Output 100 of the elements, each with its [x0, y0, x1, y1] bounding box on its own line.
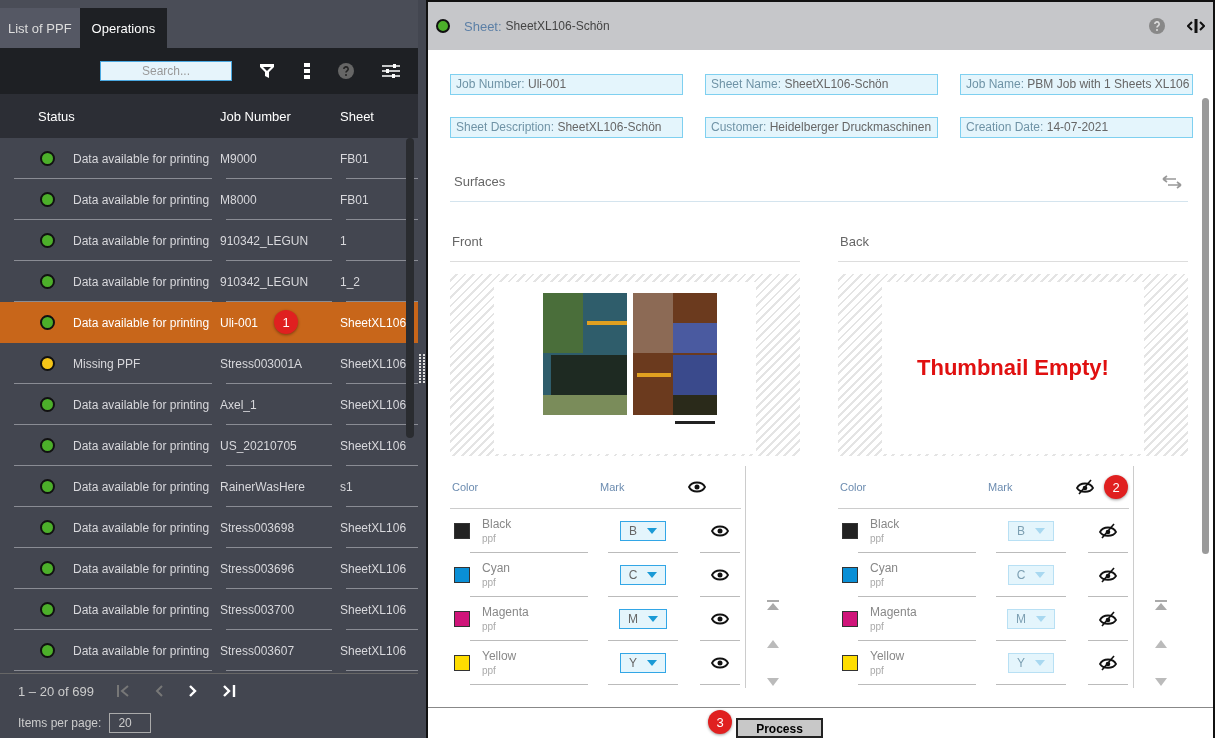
eye-icon[interactable] [711, 656, 729, 669]
mark-select: B [1008, 520, 1054, 541]
eye-slash-icon[interactable] [1099, 654, 1117, 671]
job-number: Stress003698 [220, 520, 295, 535]
next-page-icon[interactable] [187, 684, 198, 698]
column-header[interactable]: Job Number [212, 108, 332, 124]
status-text: Data available for printing [73, 233, 210, 248]
last-page-icon[interactable] [221, 684, 236, 698]
eye-icon[interactable] [711, 612, 729, 625]
caret-icon [1035, 659, 1045, 666]
table-row[interactable]: Data available for printing Uli-001 1 SheetXL106 [0, 302, 418, 343]
sheet-title: SheetXL106-Schön [505, 19, 610, 33]
info-field[interactable]: Sheet Description: SheetXL106-Schön [450, 117, 683, 138]
sheet-name: SheetXL106 [340, 397, 407, 412]
sheet-name: SheetXL106 [340, 315, 407, 330]
sheet-name: SheetXL106 [340, 561, 407, 576]
ink-name: Black [870, 517, 900, 531]
status-text: Data available for printing [73, 561, 210, 576]
mark-select[interactable]: Y [620, 652, 666, 673]
items-per-page-label: Items per page: [18, 716, 102, 730]
step-badge: 3 [708, 710, 733, 734]
status-text: Data available for printing [73, 192, 210, 207]
info-field[interactable]: Job Number: Uli-001 [450, 74, 683, 95]
info-field[interactable]: Sheet Name: SheetXL106-Schön [705, 74, 938, 95]
eye-slash-icon[interactable] [1099, 522, 1117, 539]
job-number: US_20210705 [220, 438, 297, 453]
status-text: Data available for printing [73, 151, 210, 166]
eye-icon[interactable] [711, 568, 729, 581]
caret-icon [648, 615, 658, 622]
status-text: Data available for printing [73, 520, 210, 535]
eye-icon[interactable] [711, 524, 729, 537]
job-number: 910342_LEGUN [220, 274, 309, 289]
filter-icon[interactable] [258, 62, 276, 80]
mark-select: M [1007, 608, 1055, 629]
step-badge: 2 [1104, 475, 1128, 499]
sheet-name: SheetXL106 [340, 438, 407, 453]
ink-source: ppf [482, 621, 497, 632]
tab[interactable]: List of PPF [0, 8, 80, 48]
items-per-page-select[interactable]: 20 [109, 713, 151, 733]
collapse-icon[interactable] [1187, 19, 1205, 33]
column-header[interactable]: Sheet [332, 108, 418, 124]
status-text: Data available for printing [73, 438, 210, 453]
status-icon [436, 19, 450, 33]
side-title: Back [838, 232, 1188, 262]
status-text: Data available for printing [73, 274, 210, 289]
column-header: Color [451, 481, 480, 493]
caret-icon [1035, 571, 1046, 578]
mark-select: Y [1008, 652, 1054, 673]
search-field[interactable]: Search... [100, 61, 232, 81]
sheet-name: SheetXL106 [340, 602, 407, 617]
job-number: 910342_LEGUN [220, 233, 309, 248]
tab[interactable]: Operations [79, 8, 168, 48]
job-number: RainerWasHere [220, 479, 305, 494]
process-button[interactable]: Process [736, 718, 823, 738]
eye-slash-icon[interactable] [1099, 566, 1117, 583]
sheet-name: SheetXL106 [340, 643, 407, 658]
mark-select[interactable]: B [620, 520, 666, 541]
job-number: Stress003001A [220, 356, 303, 371]
column-header: Mark [600, 481, 626, 493]
ink-name: Cyan [482, 561, 510, 575]
job-number: Stress003696 [220, 561, 295, 576]
step-badge: 1 [274, 310, 298, 334]
surfaces-title: Surfaces [454, 174, 506, 189]
job-number: M9000 [220, 151, 257, 166]
settings-icon[interactable] [382, 64, 400, 78]
sheet-label: Sheet: [464, 18, 502, 34]
grip-icon[interactable] [419, 354, 425, 384]
mark-select: C [1007, 564, 1055, 585]
status-text: Data available for printing [73, 397, 210, 412]
page-range: 1 – 20 of 699 [18, 683, 94, 699]
scrollbar[interactable] [1202, 98, 1209, 554]
eye-icon[interactable] [688, 481, 706, 493]
scrollbar[interactable] [406, 138, 414, 438]
caret-icon [647, 659, 657, 666]
column-header[interactable]: Status [0, 108, 212, 124]
ink-name: Black [482, 517, 512, 531]
job-number: Axel_1 [220, 397, 257, 412]
sheet-name: s1 [340, 479, 353, 494]
info-field[interactable]: Job Name: PBM Job with 1 Sheets XL106 [960, 74, 1193, 95]
ink-source: ppf [870, 577, 885, 588]
caret-icon [647, 527, 657, 534]
caret-icon [1035, 527, 1045, 534]
sheet-name: 1 [340, 233, 347, 248]
swap-icon[interactable] [1162, 174, 1182, 189]
help-icon[interactable] [338, 63, 354, 79]
ink-source: ppf [870, 665, 885, 676]
sheet-name: 1_2 [340, 274, 361, 289]
side-title: Front [450, 232, 800, 262]
mark-select[interactable]: M [619, 608, 667, 629]
eye-slash-icon[interactable] [1076, 479, 1094, 495]
caret-icon [647, 571, 658, 578]
mark-select[interactable]: C [619, 564, 667, 585]
job-number: Stress003700 [220, 602, 295, 617]
status-text: Data available for printing [73, 602, 210, 617]
eye-slash-icon[interactable] [1099, 610, 1117, 627]
info-field[interactable]: Customer: Heidelberger Druckmaschinen [705, 117, 938, 138]
info-field[interactable]: Creation Date: 14-07-2021 [960, 117, 1193, 138]
more-icon[interactable] [304, 63, 310, 79]
ink-source: ppf [870, 533, 885, 544]
caret-icon [1036, 615, 1046, 622]
